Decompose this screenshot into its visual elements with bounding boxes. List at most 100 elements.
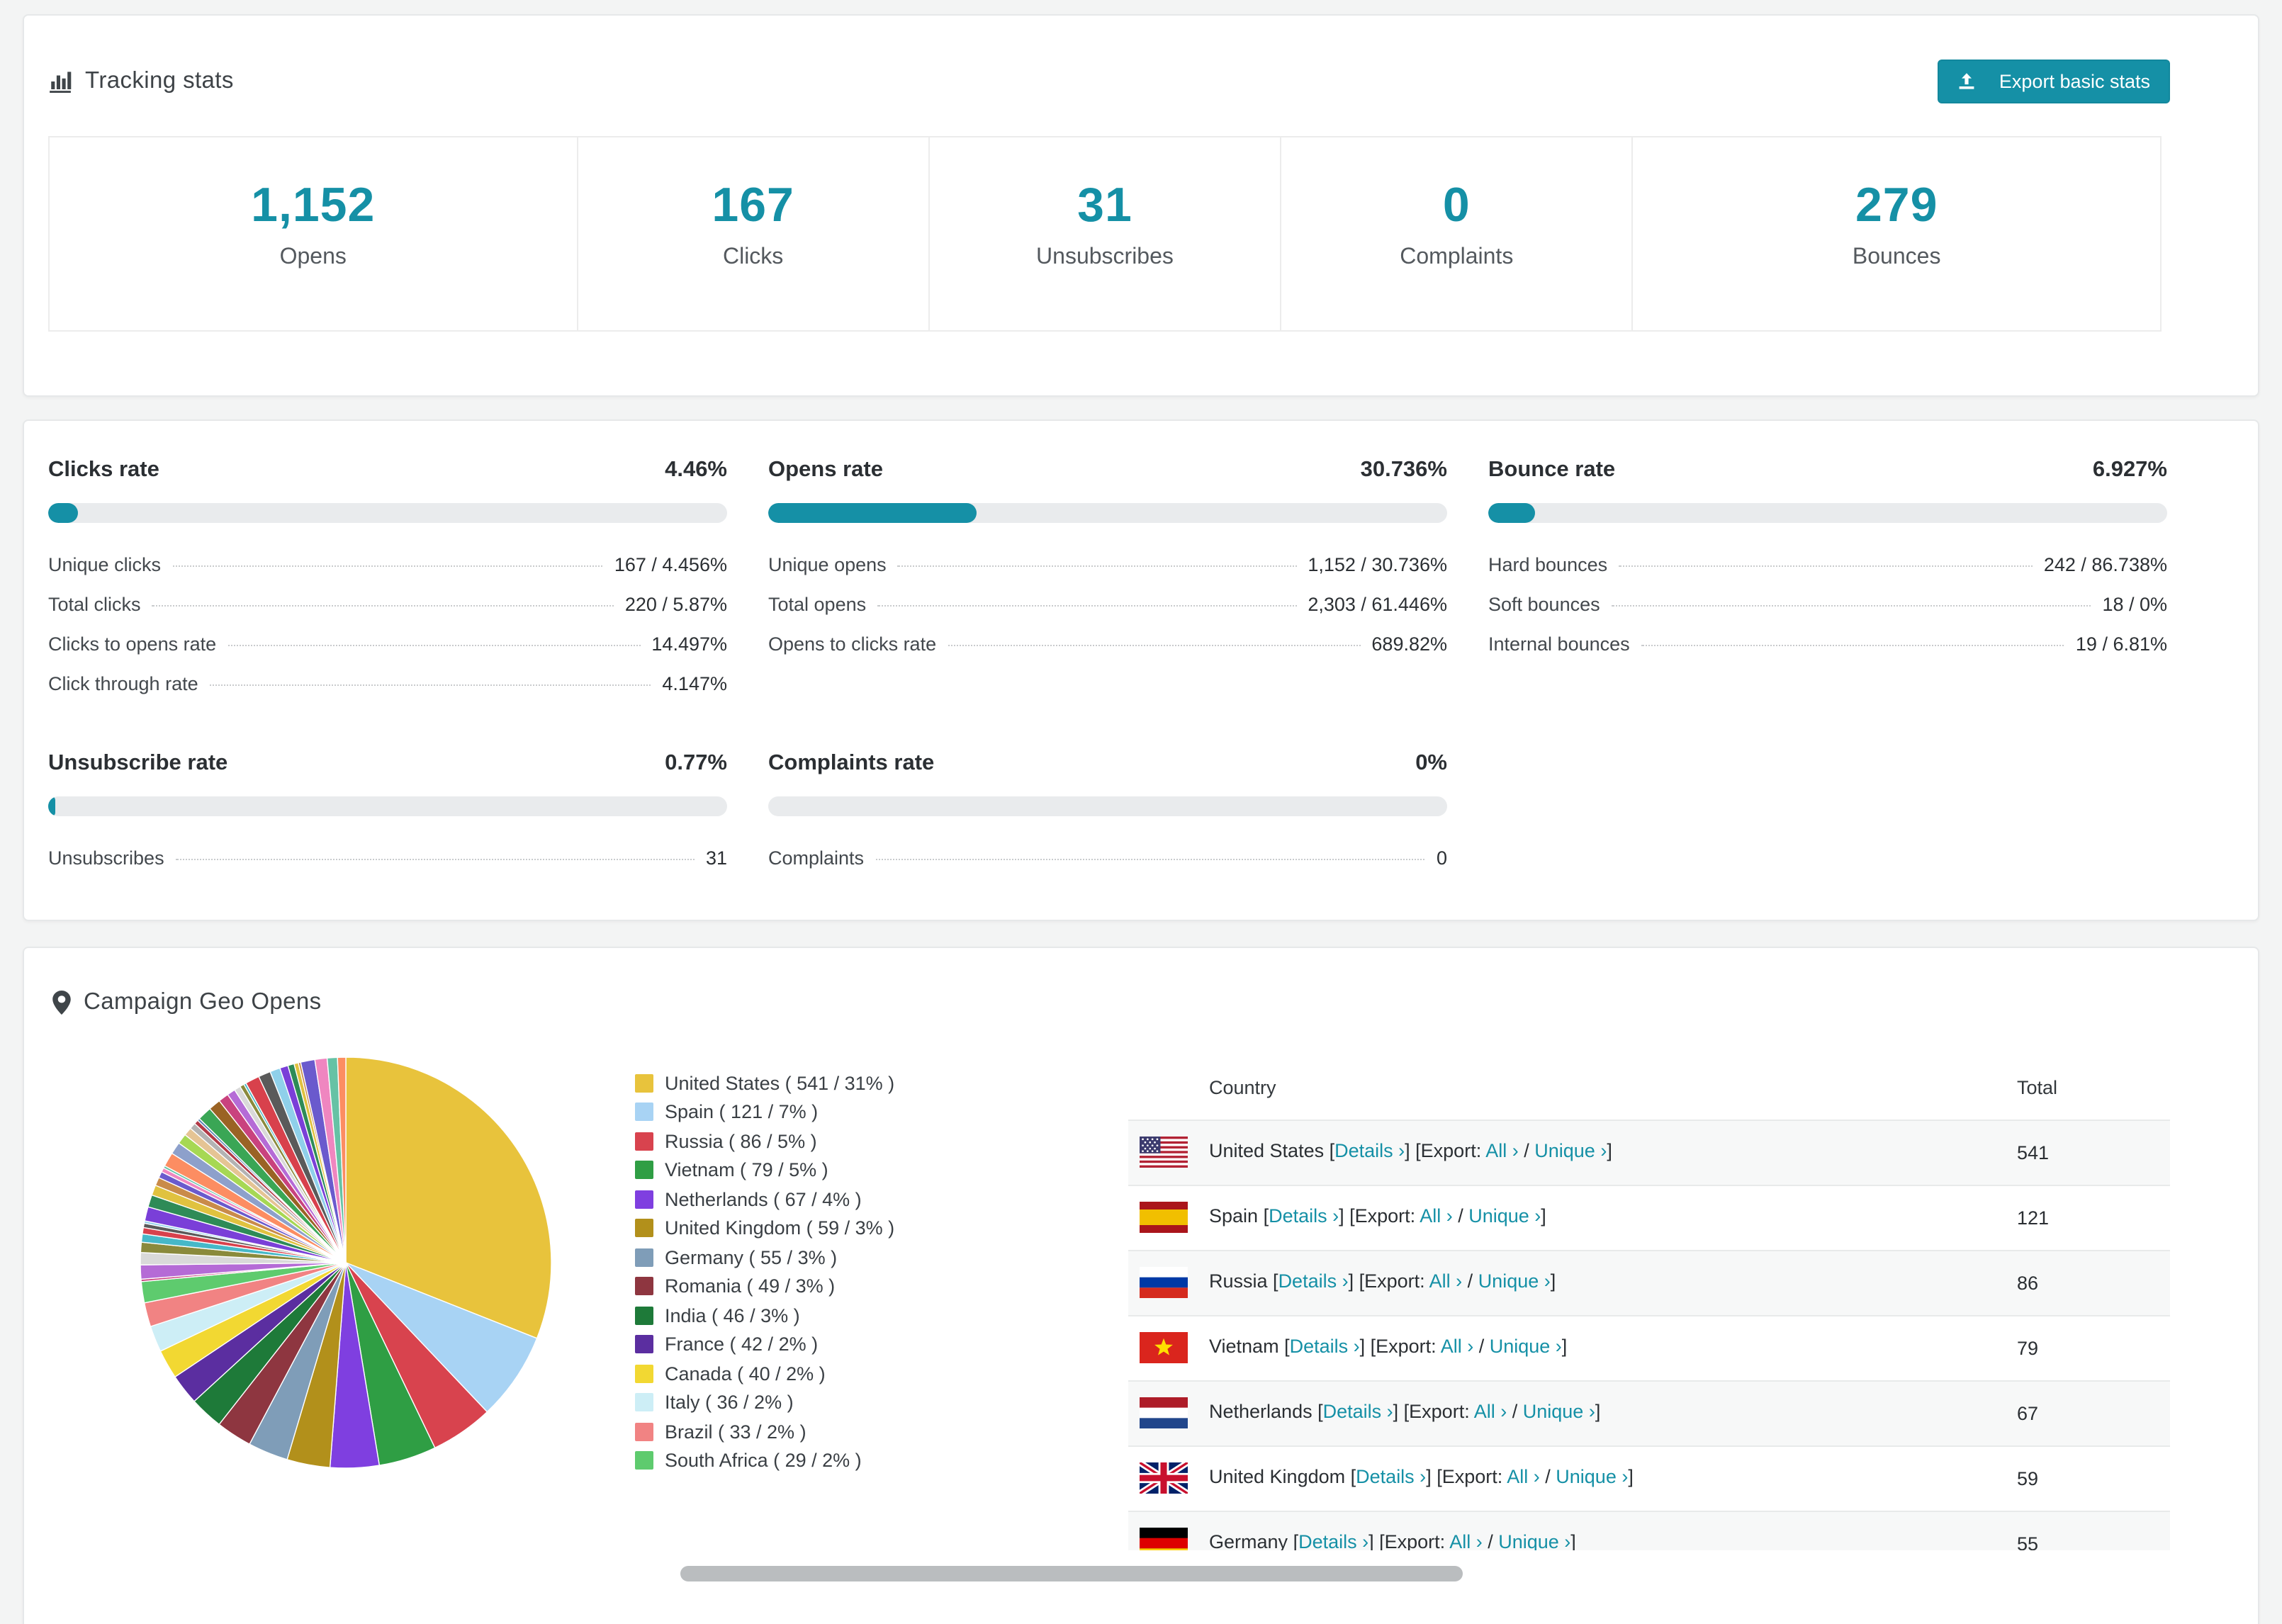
details-link[interactable]: Details › (1323, 1401, 1393, 1422)
export-basic-stats-button[interactable]: Export basic stats (1938, 60, 2170, 103)
counter-bounces: 279 Bounces (1631, 136, 2162, 332)
flag-es-icon (1140, 1202, 1188, 1233)
export-all-link[interactable]: All › (1507, 1466, 1540, 1487)
details-link[interactable]: Details › (1269, 1205, 1339, 1227)
pie-legend: United States ( 541 / 31% ) Spain ( 121 /… (635, 1036, 1128, 1550)
rate-value: 30.736% (1360, 458, 1447, 482)
total-cell: 79 (2017, 1337, 2039, 1358)
legend-item-india[interactable]: India ( 46 / 3% ) (635, 1301, 1128, 1330)
export-all-link[interactable]: All › (1485, 1140, 1519, 1161)
rate-head: Clicks rate 4.46% (48, 458, 727, 483)
counter-value: 1,152 (251, 179, 376, 232)
country-name: Netherlands (1209, 1401, 1318, 1423)
legend-item-romania[interactable]: Romania ( 49 / 3% ) (635, 1272, 1128, 1301)
rate-title: Unsubscribe rate (48, 751, 228, 775)
stat-row: Total clicks 220 / 5.87% (48, 584, 727, 624)
total-cell: 541 (2017, 1141, 2050, 1163)
country-name: Germany (1209, 1531, 1293, 1550)
rates-grid: Clicks rate 4.46% Unique clicks 167 / 4.456… (48, 458, 2167, 877)
geo-table-row-united-states: United States [Details ›] [Export: All ›… (1128, 1120, 2170, 1185)
progress-track (48, 503, 727, 523)
counter-unsubscribes: 31 Unsubscribes (928, 136, 1282, 332)
geo-pie-chart (48, 1036, 635, 1550)
export-unique-link[interactable]: Unique › (1468, 1205, 1541, 1227)
legend-item-germany[interactable]: Germany ( 55 / 3% ) (635, 1243, 1128, 1272)
legend-item-spain[interactable]: Spain ( 121 / 7% ) (635, 1098, 1128, 1127)
details-link[interactable]: Details › (1356, 1466, 1426, 1487)
legend-swatch (635, 1277, 653, 1296)
legend-item-brazil[interactable]: Brazil ( 33 / 2% ) (635, 1417, 1128, 1446)
rate-value: 0.77% (665, 751, 727, 775)
counter-value: 167 (712, 179, 794, 232)
legend-item-canada[interactable]: Canada ( 40 / 2% ) (635, 1359, 1128, 1388)
export-unique-link[interactable]: Unique › (1534, 1140, 1607, 1161)
legend-swatch (635, 1451, 653, 1470)
export-unique-link[interactable]: Unique › (1490, 1336, 1562, 1357)
legend-swatch (635, 1364, 653, 1383)
legend-item-italy[interactable]: Italy ( 36 / 2% ) (635, 1388, 1128, 1417)
progress-fill (48, 796, 55, 816)
legend-item-united-kingdom[interactable]: United Kingdom ( 59 / 3% ) (635, 1214, 1128, 1243)
legend-item-united-states[interactable]: United States ( 541 / 31% ) (635, 1068, 1128, 1098)
legend-item-france[interactable]: France ( 42 / 2% ) (635, 1330, 1128, 1359)
country-name: Spain (1209, 1205, 1264, 1227)
stat-row: Unique clicks 167 / 4.456% (48, 544, 727, 584)
stat-value: 4.147% (662, 672, 727, 694)
stat-value: 0 (1436, 847, 1447, 868)
total-cell: 67 (2017, 1402, 2039, 1423)
export-all-link[interactable]: All › (1420, 1205, 1453, 1227)
details-link[interactable]: Details › (1290, 1336, 1360, 1357)
export-unique-link[interactable]: Unique › (1523, 1401, 1595, 1422)
stat-label: Soft bounces (1488, 593, 1600, 614)
stat-value: 167 / 4.456% (614, 553, 727, 575)
geo-table-row-netherlands: Netherlands [Details ›] [Export: All › /… (1128, 1380, 2170, 1445)
legend-item-vietnam[interactable]: Vietnam ( 79 / 5% ) (635, 1156, 1128, 1185)
export-unique-link[interactable]: Unique › (1556, 1466, 1628, 1487)
export-all-link[interactable]: All › (1441, 1336, 1474, 1357)
stat-label: Click through rate (48, 672, 198, 694)
export-unique-link[interactable]: Unique › (1498, 1532, 1570, 1550)
rate-head: Opens rate 30.736% (768, 458, 1447, 483)
legend-swatch (635, 1248, 653, 1267)
stat-label: Hard bounces (1488, 553, 1608, 575)
stat-row: Opens to clicks rate 689.82% (768, 624, 1447, 663)
dotted-leader (175, 858, 695, 859)
legend-item-netherlands[interactable]: Netherlands ( 67 / 4% ) (635, 1185, 1128, 1214)
campaign-geo-opens-panel: Campaign Geo Opens United States ( 541 /… (23, 947, 2259, 1624)
details-link[interactable]: Details › (1334, 1140, 1405, 1161)
country-cell: Germany [Details ›] [Export: All › / Uni… (1128, 1511, 2017, 1550)
rate-head: Complaints rate 0% (768, 751, 1447, 777)
total-cell: 59 (2017, 1467, 2039, 1489)
tracking-stats-header: Tracking stats Export basic stats (24, 16, 2258, 136)
counter-label: Bounces (1852, 245, 1941, 269)
total-cell: 121 (2017, 1207, 2050, 1228)
progress-fill (48, 503, 79, 523)
country-name: United Kingdom (1209, 1466, 1351, 1488)
legend-swatch (635, 1161, 653, 1180)
horizontal-scrollbar-thumb[interactable] (680, 1566, 1463, 1581)
details-link[interactable]: Details › (1278, 1270, 1349, 1292)
details-link[interactable]: Details › (1298, 1532, 1368, 1550)
country-cell: Netherlands [Details ›] [Export: All › /… (1128, 1380, 2017, 1445)
flag-us-icon (1140, 1137, 1188, 1168)
counter-opens: 1,152 Opens (48, 136, 578, 332)
export-unique-link[interactable]: Unique › (1478, 1270, 1551, 1292)
stat-value: 19 / 6.81% (2075, 633, 2167, 654)
rate-value: 6.927% (2092, 458, 2167, 482)
flag-gb-icon (1140, 1462, 1188, 1494)
stat-value: 31 (705, 847, 727, 868)
dotted-leader (1611, 604, 2091, 606)
rate-value: 0% (1415, 751, 1447, 775)
country-column-header: Country (1209, 1077, 1276, 1099)
export-all-link[interactable]: All › (1449, 1532, 1483, 1550)
export-all-link[interactable]: All › (1474, 1401, 1507, 1422)
stat-value: 242 / 86.738% (2043, 553, 2167, 575)
legend-item-south-africa[interactable]: South Africa ( 29 / 2% ) (635, 1446, 1128, 1475)
stat-value: 2,303 / 61.446% (1308, 593, 1447, 614)
legend-item-russia[interactable]: Russia ( 86 / 5% ) (635, 1127, 1128, 1156)
export-all-link[interactable]: All › (1429, 1270, 1463, 1292)
legend-swatch (635, 1103, 653, 1122)
legend-label: Netherlands ( 67 / 4% ) (665, 1188, 862, 1210)
progress-track (768, 796, 1447, 816)
rate-value: 4.46% (665, 458, 727, 482)
